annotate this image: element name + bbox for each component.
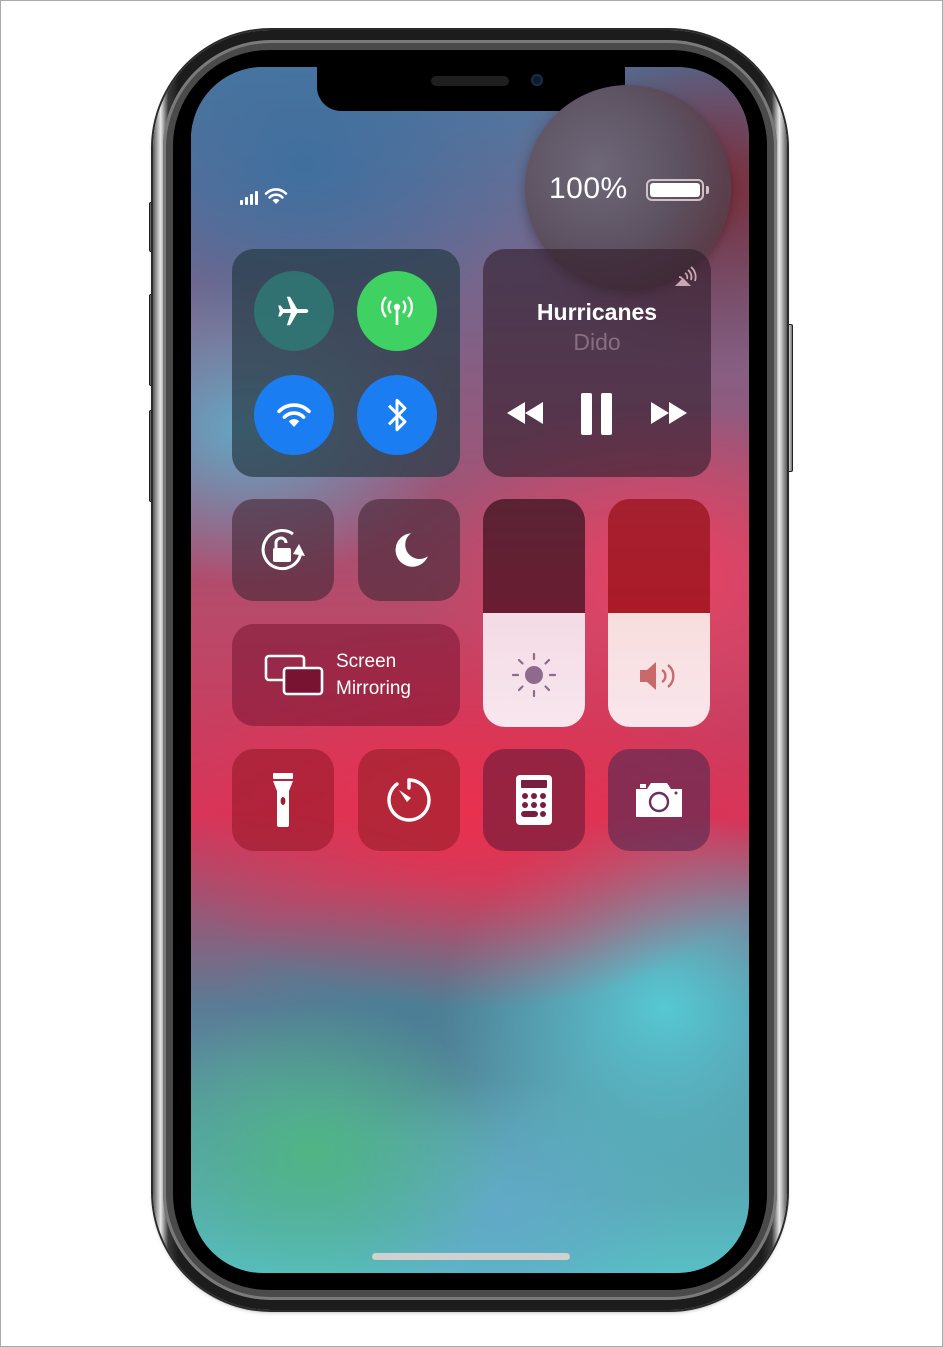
screen-mirroring-label-line1: Screen: [336, 651, 397, 672]
camera-button[interactable]: [608, 749, 710, 851]
cellular-data-toggle[interactable]: [357, 271, 437, 351]
volume-slider[interactable]: [608, 499, 710, 727]
battery-icon: [646, 179, 704, 201]
rewind-button[interactable]: [505, 399, 545, 427]
wifi-icon: [277, 403, 311, 427]
orientation-lock-icon: [261, 529, 305, 571]
screen-mirroring-label-line2: Mirroring: [336, 678, 411, 699]
track-title: Hurricanes: [536, 299, 658, 325]
speaker-icon: [640, 662, 675, 690]
battery-percentage: 100%: [549, 172, 628, 205]
wifi-status-icon: [264, 188, 288, 204]
brightness-slider[interactable]: [483, 499, 585, 727]
antenna-icon: [381, 296, 413, 325]
home-indicator[interactable]: [372, 1253, 570, 1260]
calculator-button[interactable]: [483, 749, 585, 851]
screen-mirroring-button[interactable]: Screen Mirroring: [232, 624, 460, 726]
now-playing-module[interactable]: Hurricanes Dido: [483, 249, 711, 477]
battery-tip: [706, 186, 709, 194]
control-center-screen: 100% Hurricanes Dido Screen Mirroring: [191, 67, 749, 1273]
screen-mirroring-icon: [264, 654, 324, 696]
airplane-mode-toggle[interactable]: [254, 271, 334, 351]
flashlight-icon: [273, 773, 293, 827]
earpiece-speaker: [431, 76, 509, 86]
connectivity-module[interactable]: [232, 249, 460, 477]
fast-forward-button[interactable]: [649, 399, 689, 427]
orientation-lock-toggle[interactable]: [232, 499, 334, 601]
camera-icon: [636, 783, 682, 817]
moon-icon: [395, 533, 428, 567]
do-not-disturb-toggle[interactable]: [358, 499, 460, 601]
sun-icon: [511, 652, 557, 698]
bluetooth-icon: [387, 398, 407, 432]
calculator-icon: [516, 775, 552, 825]
timer-button[interactable]: [358, 749, 460, 851]
battery-fill: [650, 183, 700, 197]
screen-mirroring-label: Screen Mirroring: [336, 648, 411, 702]
airplay-audio-icon[interactable]: [671, 265, 697, 287]
pause-button[interactable]: [581, 393, 613, 435]
flashlight-button[interactable]: [232, 749, 334, 851]
status-bar-left: [240, 187, 288, 205]
airplane-icon: [278, 296, 309, 326]
cellular-signal-icon: [240, 191, 258, 205]
wifi-toggle[interactable]: [254, 375, 334, 455]
bluetooth-toggle[interactable]: [357, 375, 437, 455]
timer-icon: [387, 778, 431, 822]
front-camera: [531, 74, 543, 86]
track-artist: Dido: [573, 329, 621, 355]
